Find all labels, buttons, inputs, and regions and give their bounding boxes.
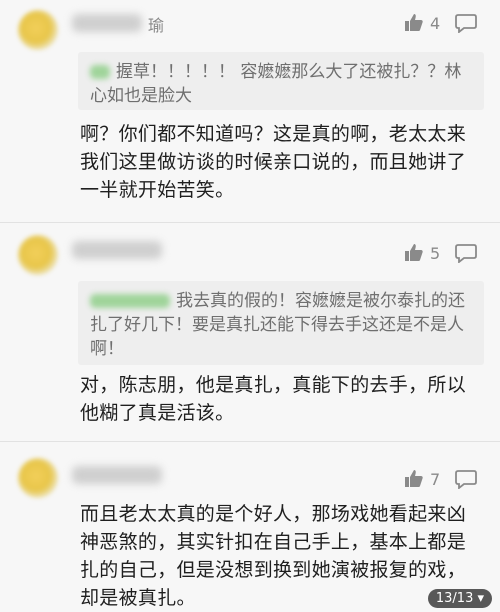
avatar[interactable]: [18, 10, 58, 50]
username-tail: 瑜: [148, 16, 165, 35]
like-count: 5: [430, 243, 441, 263]
thumbs-up-icon: [404, 13, 424, 33]
like-button[interactable]: 5: [404, 243, 440, 263]
like-count: 7: [430, 469, 441, 489]
quoted-reply: 握草！！！！！ 容嬷嬷那么大了还被扎？？林心如也是脸大: [78, 52, 484, 110]
comment-bubble-icon[interactable]: [455, 469, 477, 493]
comment-text: 对，陈志朋，他是真扎，真能下的去手，所以他糊了真是活该。: [80, 374, 467, 424]
comment-text: 啊？你们都不知道吗？这是真的啊，老太太来我们这里做访谈的时候亲口说的，而且她讲了…: [80, 123, 467, 201]
like-button[interactable]: 4: [404, 13, 440, 33]
comment-card: 5 我去真的假的！容嬷嬷是被尔泰扎的还扎了好几下！要是真扎还能下得去手这还是不是…: [0, 223, 500, 441]
quoted-text: 握草！！！！！ 容嬷嬷那么大了还被扎？？林心如也是脸大: [90, 62, 462, 106]
thumbs-up-icon: [404, 243, 424, 263]
quoted-username-blurred: [90, 65, 110, 79]
comment-card: 7 而且老太太真的是个好人，那场戏她看起来凶神恶煞的，其实针扣在自己手上，基本上…: [0, 442, 500, 612]
like-button[interactable]: 7: [404, 469, 440, 489]
comment-text: 而且老太太真的是个好人，那场戏她看起来凶神恶煞的，其实针扣在自己手上，基本上都是…: [80, 503, 467, 609]
page-indicator[interactable]: 13/13 ▾: [427, 589, 492, 608]
username-blurred[interactable]: [72, 241, 162, 259]
comment-bubble-icon[interactable]: [455, 243, 477, 267]
thumbs-up-icon: [404, 469, 424, 489]
username-blurred[interactable]: [72, 14, 142, 32]
avatar[interactable]: [18, 458, 58, 498]
avatar[interactable]: [18, 235, 58, 275]
like-count: 4: [430, 13, 441, 33]
username-blurred[interactable]: [72, 466, 162, 484]
quoted-reply: 我去真的假的！容嬷嬷是被尔泰扎的还扎了好几下！要是真扎还能下得去手这还是不是人啊…: [78, 281, 484, 365]
comment-card: 瑜 4 握草！！！！！ 容嬷嬷那么大了还被扎？？林心如也是脸大 啊？你们都不知道…: [0, 0, 500, 222]
comment-bubble-icon[interactable]: [455, 13, 477, 37]
quoted-username-blurred: [90, 294, 170, 308]
